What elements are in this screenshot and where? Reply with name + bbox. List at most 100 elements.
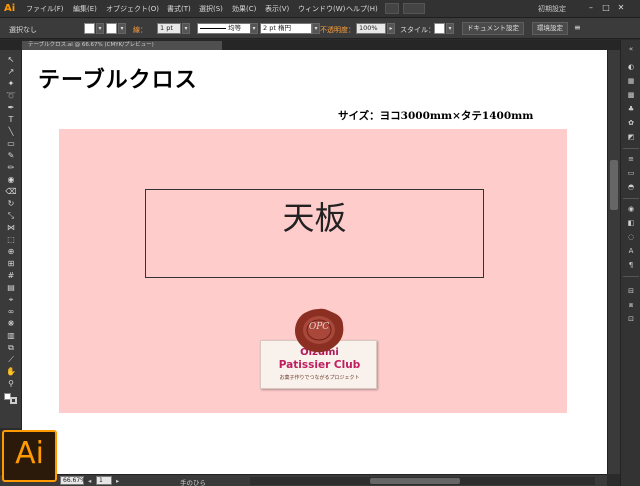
magic-wand-tool-icon[interactable]: ✦ (4, 79, 18, 89)
menu-type[interactable]: 書式(T) (167, 4, 191, 14)
rectangle-tool-icon[interactable]: ▭ (4, 139, 18, 149)
menu-view[interactable]: 表示(V) (265, 4, 289, 14)
selection-tool-icon[interactable]: ↖ (4, 55, 18, 65)
blend-tool-icon[interactable]: ∞ (4, 307, 18, 317)
zoom-tool-icon[interactable]: ⚲ (4, 379, 18, 389)
menu-window[interactable]: ウィンドウ(W) (298, 4, 345, 14)
horizontal-scroll-thumb[interactable] (370, 478, 460, 484)
document-tab-strip: テーブルクロス.ai @ 66.67% (CMYK/プレビュー) (0, 40, 620, 50)
brush-arrow-icon[interactable]: ▾ (312, 23, 320, 34)
lasso-tool-icon[interactable]: ➰ (4, 91, 18, 101)
symbols-panel-icon[interactable]: ✿ (625, 118, 637, 128)
swatches-panel-icon[interactable]: ▩ (625, 90, 637, 100)
maximize-icon[interactable]: □ (601, 3, 611, 13)
appearance-panel-icon[interactable]: ◉ (625, 204, 637, 214)
menu-help[interactable]: ヘルプ(H) (346, 4, 378, 14)
eyedropper-tool-icon[interactable]: ⌖ (4, 295, 18, 305)
opacity-arrow-icon[interactable]: ▸ (387, 23, 395, 34)
transform-panel-icon[interactable]: ⊡ (625, 314, 637, 324)
stroke-weight-field[interactable]: 1 pt (157, 23, 181, 34)
color-guide-icon[interactable]: ▦ (625, 76, 637, 86)
vertical-scroll-thumb[interactable] (610, 160, 618, 210)
selection-status: 選択なし (9, 26, 37, 34)
control-panel-menu-icon[interactable]: ≡ (574, 23, 581, 32)
menu-edit[interactable]: 編集(E) (73, 4, 97, 14)
prev-artboard-icon[interactable]: ◂ (88, 477, 91, 485)
free-transform-tool-icon[interactable]: ⬚ (4, 235, 18, 245)
rotate-tool-icon[interactable]: ↻ (4, 199, 18, 209)
fill-dropdown-icon[interactable]: ▾ (96, 23, 104, 34)
next-artboard-icon[interactable]: ▸ (116, 477, 119, 485)
document-tab[interactable]: テーブルクロス.ai @ 66.67% (CMYK/プレビュー) (22, 41, 222, 50)
blob-brush-tool-icon[interactable]: ◉ (4, 175, 18, 185)
tablecloth-rectangle[interactable]: 天板 Oizumi Patissier Club お菓子作りでつながるプロジェク… (59, 129, 567, 413)
zoom-level-field[interactable]: 66.67% (60, 476, 86, 485)
menu-object[interactable]: オブジェクト(O) (106, 4, 159, 14)
opacity-field[interactable]: 100% (356, 23, 386, 34)
direct-selection-tool-icon[interactable]: ↗ (4, 67, 18, 77)
stroke-profile-arrow-icon[interactable]: ▾ (250, 23, 258, 34)
type-panel-icon[interactable]: A (625, 246, 637, 256)
color-panel-icon[interactable]: ◐ (625, 62, 637, 72)
slice-tool-icon[interactable]: ⟋ (4, 355, 18, 365)
illustrator-app-icon[interactable]: Ai (2, 430, 57, 482)
stroke-profile-dropdown[interactable]: 均等 (197, 23, 251, 34)
workspace-switcher[interactable]: 初期設定 (538, 4, 566, 14)
align-panel-icon[interactable]: ⊟ (625, 286, 637, 296)
opacity-label[interactable]: 不透明度： (320, 25, 355, 35)
menu-file[interactable]: ファイル(F) (26, 4, 64, 14)
eraser-tool-icon[interactable]: ⌫ (4, 187, 18, 197)
graphic-styles-icon[interactable]: ◩ (625, 132, 637, 142)
preferences-button[interactable]: 環境設定 (532, 22, 568, 35)
artboard-number-field[interactable]: 1 (96, 476, 112, 485)
mesh-tool-icon[interactable]: # (4, 271, 18, 281)
horizontal-scrollbar[interactable] (250, 477, 595, 485)
width-tool-icon[interactable]: ⋈ (4, 223, 18, 233)
pathfinder-panel-icon[interactable]: ⧈ (625, 300, 637, 310)
layers-panel-icon[interactable]: ◧ (625, 218, 637, 228)
stroke-swatch[interactable] (106, 23, 117, 34)
bridge-button[interactable] (385, 3, 399, 14)
seal-monogram: OPC (308, 322, 330, 332)
column-graph-tool-icon[interactable]: ▥ (4, 331, 18, 341)
paintbrush-tool-icon[interactable]: ✎ (4, 151, 18, 161)
document-setup-button[interactable]: ドキュメント設定 (462, 22, 524, 35)
tabletop-label: 天板 (282, 199, 347, 237)
fill-swatch[interactable] (84, 23, 95, 34)
line-tool-icon[interactable]: ╲ (4, 127, 18, 137)
gradient-tool-icon[interactable]: ▤ (4, 283, 18, 293)
menu-select[interactable]: 選択(S) (199, 4, 223, 14)
paragraph-panel-icon[interactable]: ¶ (625, 260, 637, 270)
symbol-sprayer-tool-icon[interactable]: ❋ (4, 319, 18, 329)
vertical-scrollbar[interactable] (607, 50, 620, 474)
stroke-weight-dropdown-icon[interactable]: ▾ (182, 23, 190, 34)
club-logo[interactable]: Oizumi Patissier Club お菓子作りでつながるプロジェクト O… (259, 307, 379, 393)
arrange-documents-button[interactable] (403, 3, 425, 14)
graphic-style-arrow-icon[interactable]: ▾ (446, 23, 454, 34)
stroke-color-icon[interactable] (10, 397, 17, 404)
pencil-tool-icon[interactable]: ✏ (4, 163, 18, 173)
graphic-style-swatch[interactable] (434, 23, 445, 34)
tabletop-rectangle[interactable]: 天板 (145, 189, 484, 278)
pen-tool-icon[interactable]: ✒ (4, 103, 18, 113)
character-panel-icon[interactable]: ◌ (625, 232, 637, 242)
shape-builder-tool-icon[interactable]: ⊕ (4, 247, 18, 257)
stroke-dropdown-icon[interactable]: ▾ (118, 23, 126, 34)
close-icon[interactable]: ✕ (616, 3, 626, 13)
artboard-tool-icon[interactable]: ⧉ (4, 343, 18, 353)
size-label: サイズ：ヨコ3000mm×タテ1400mm (338, 110, 534, 122)
collapse-panels-icon[interactable]: « (625, 44, 637, 54)
stroke-label[interactable]: 線： (133, 25, 147, 35)
hand-tool-icon[interactable]: ✋ (4, 367, 18, 377)
minimize-icon[interactable]: – (586, 3, 596, 13)
gradient-panel-icon[interactable]: ▭ (625, 168, 637, 178)
brush-dropdown[interactable]: 2 pt 楕円 (260, 23, 312, 34)
canvas-area[interactable]: テーブルクロス サイズ：ヨコ3000mm×タテ1400mm 天板 Oizumi … (22, 50, 607, 474)
stroke-panel-icon[interactable]: ≡ (625, 154, 637, 164)
perspective-grid-tool-icon[interactable]: ⊞ (4, 259, 18, 269)
transparency-panel-icon[interactable]: ◓ (625, 182, 637, 192)
type-tool-icon[interactable]: T (4, 115, 18, 125)
scale-tool-icon[interactable]: ⤡ (4, 211, 18, 221)
brushes-panel-icon[interactable]: ♣ (625, 104, 637, 114)
menu-effect[interactable]: 効果(C) (232, 4, 256, 14)
